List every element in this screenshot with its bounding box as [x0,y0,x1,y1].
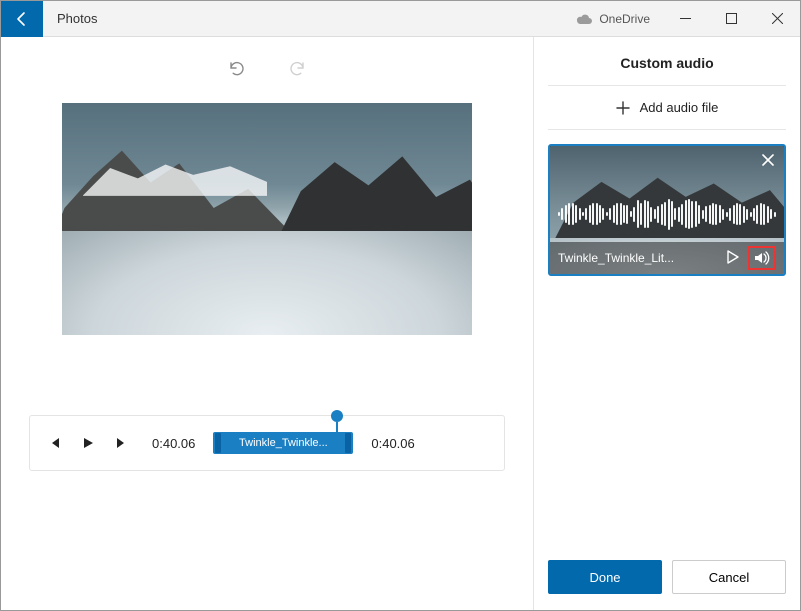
custom-audio-panel: Custom audio Add audio file Twinkle_Twin… [533,37,800,610]
titlebar: Photos OneDrive [1,1,800,37]
arrow-left-icon [14,11,30,27]
maximize-button[interactable] [708,1,754,36]
minimize-icon [680,13,691,24]
playhead-marker[interactable] [331,410,343,434]
add-audio-file-button[interactable]: Add audio file [548,86,786,130]
video-preview[interactable] [62,103,472,335]
prev-frame-button[interactable] [42,431,66,455]
back-button[interactable] [1,1,43,37]
panel-title: Custom audio [548,55,786,86]
redo-button[interactable] [287,57,309,95]
close-icon [772,13,783,24]
undo-icon [225,57,247,79]
done-button[interactable]: Done [548,560,662,594]
app-title: Photos [57,11,97,26]
onedrive-label: OneDrive [599,12,650,26]
close-icon [760,152,776,168]
audio-volume-button[interactable] [748,246,776,270]
cancel-button[interactable]: Cancel [672,560,786,594]
step-forward-icon [115,436,129,450]
clip-label: Twinkle_Twinkle... [239,437,328,449]
onedrive-button[interactable]: OneDrive [563,1,662,36]
remove-audio-button[interactable] [760,152,776,171]
redo-icon [287,57,309,79]
close-button[interactable] [754,1,800,36]
undo-button[interactable] [225,57,247,95]
volume-icon [753,250,771,266]
content-area: 0:40.06 Twinkle_Twinkle... 0:40.06 Custo… [1,37,800,610]
undo-redo-row [1,37,533,95]
clip-trim-left[interactable] [215,433,221,453]
maximize-icon [726,13,737,24]
step-back-icon [47,436,61,450]
time-current: 0:40.06 [144,436,203,451]
play-button[interactable] [76,431,100,455]
photos-video-editor-window: Photos OneDrive [0,0,801,611]
timeline-bar: 0:40.06 Twinkle_Twinkle... 0:40.06 [29,415,505,471]
cloud-icon [575,13,593,25]
audio-card[interactable]: Twinkle_Twinkle_Lit... [548,144,786,276]
audio-clip[interactable]: Twinkle_Twinkle... [213,432,353,454]
audio-file-name: Twinkle_Twinkle_Lit... [558,251,716,265]
play-outline-icon [724,249,740,265]
waveform-icon [558,197,776,231]
next-frame-button[interactable] [110,431,134,455]
main-panel: 0:40.06 Twinkle_Twinkle... 0:40.06 [1,37,533,610]
play-icon [81,436,95,450]
add-audio-label: Add audio file [640,100,719,115]
plus-icon [616,101,630,115]
time-total: 0:40.06 [363,436,422,451]
minimize-button[interactable] [662,1,708,36]
clip-trim-right[interactable] [345,433,351,453]
audio-play-button[interactable] [724,249,740,268]
